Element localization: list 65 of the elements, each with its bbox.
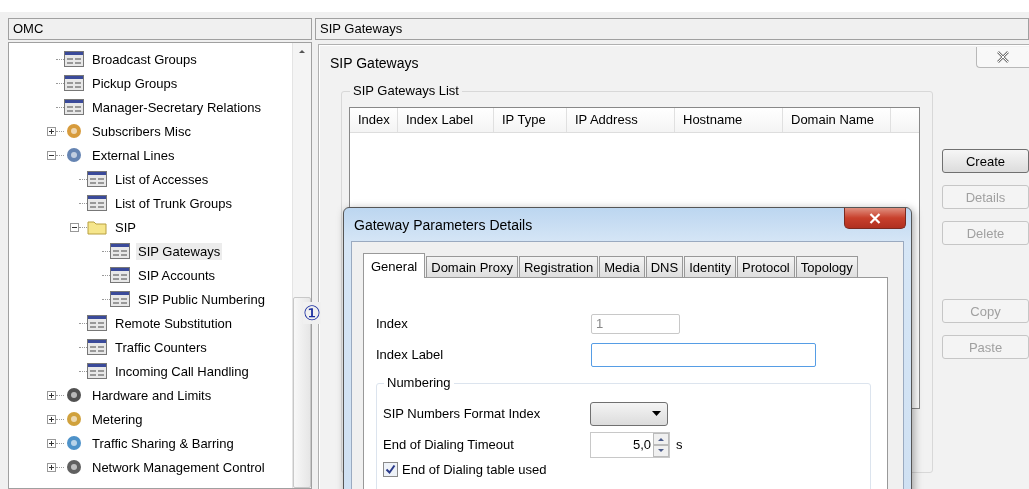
tab[interactable]: Identity	[684, 256, 737, 277]
tab[interactable]: General	[363, 253, 426, 278]
checkbox[interactable]	[383, 462, 398, 477]
tab[interactable]: Media	[599, 256, 645, 277]
close-icon	[996, 50, 1010, 63]
tree-item[interactable]: Metering	[90, 410, 145, 428]
close-button[interactable]	[844, 208, 906, 229]
callout-marker: ①	[303, 302, 321, 324]
column-header[interactable]: IP Address	[567, 108, 675, 132]
tab[interactable]: Registration	[518, 256, 599, 277]
tree-item[interactable]: Subscribers Misc	[90, 122, 193, 140]
tree-item[interactable]: Network Management Control	[90, 458, 267, 476]
checkbox-label: End of Dialing table used	[402, 462, 547, 477]
expand-toggle[interactable]	[47, 438, 56, 448]
column-header[interactable]: IP Type	[494, 108, 567, 132]
expand-toggle[interactable]	[47, 414, 56, 424]
column-header[interactable]: Hostname	[675, 108, 783, 132]
tab[interactable]: Topology	[795, 256, 858, 277]
tab[interactable]: Protocol	[737, 256, 795, 277]
tree-item[interactable]: SIP Accounts	[136, 266, 218, 284]
tree-item[interactable]: Pickup Groups	[90, 74, 180, 92]
folder-icon	[87, 219, 107, 235]
tree-item[interactable]: Traffic Counters	[113, 338, 209, 356]
field-label: Index	[376, 316, 409, 331]
expand-toggle[interactable]	[70, 222, 79, 232]
close-icon	[869, 212, 881, 224]
tree-item[interactable]: External Lines	[90, 146, 177, 164]
dialog-title: Gateway Parameters Details	[354, 216, 533, 235]
tree-item[interactable]: Broadcast Groups	[90, 50, 199, 68]
panel-title: SIP Gateways	[315, 18, 1029, 40]
dropdown-arrow-icon	[652, 411, 661, 416]
field-label: End of Dialing Timeout	[383, 437, 515, 452]
expand-toggle[interactable]	[47, 150, 56, 160]
tab[interactable]: DNS	[645, 256, 684, 277]
tree-item[interactable]: List of Accesses	[113, 170, 211, 188]
spin-arrows-icon[interactable]	[653, 432, 669, 457]
tree-item[interactable]: Remote Substitution	[113, 314, 235, 332]
window-title: SIP Gateways	[330, 55, 419, 71]
tree-item[interactable]: Traffic Sharing & Barring	[90, 434, 236, 452]
tree-item[interactable]: SIP Public Numbering	[136, 290, 267, 308]
close-button[interactable]	[976, 46, 1029, 68]
tree-item[interactable]: Incoming Call Handling	[113, 362, 251, 380]
tree-item[interactable]: Hardware and Limits	[90, 386, 214, 404]
group-title: Numbering	[384, 375, 454, 390]
column-header[interactable]: Index	[350, 108, 398, 132]
expand-toggle[interactable]	[47, 390, 56, 400]
unit-label: s	[676, 437, 683, 452]
action-button[interactable]: Create	[942, 149, 1029, 173]
column-header[interactable]: Index Label	[398, 108, 494, 132]
tree-item[interactable]: List of Trunk Groups	[113, 194, 235, 212]
tree-item[interactable]: SIP	[113, 218, 138, 236]
index-label-field[interactable]	[591, 342, 816, 367]
group-title: SIP Gateways List	[350, 83, 462, 98]
column-header[interactable]: Domain Name	[783, 108, 891, 132]
field-label: Index Label	[376, 347, 445, 362]
tree-item[interactable]: Manager-Secretary Relations	[90, 98, 264, 116]
tab[interactable]: Domain Proxy	[426, 256, 518, 277]
expand-toggle[interactable]	[47, 126, 56, 136]
format-dropdown[interactable]	[590, 401, 668, 426]
spinner-value: 5,0	[631, 437, 652, 452]
field-label: SIP Numbers Format Index	[383, 406, 542, 421]
panel-title: OMC	[8, 18, 312, 40]
expand-toggle[interactable]	[47, 462, 56, 472]
timeout-spinner[interactable]: 5,0	[590, 431, 670, 458]
tree-item[interactable]: SIP Gateways	[136, 242, 223, 260]
